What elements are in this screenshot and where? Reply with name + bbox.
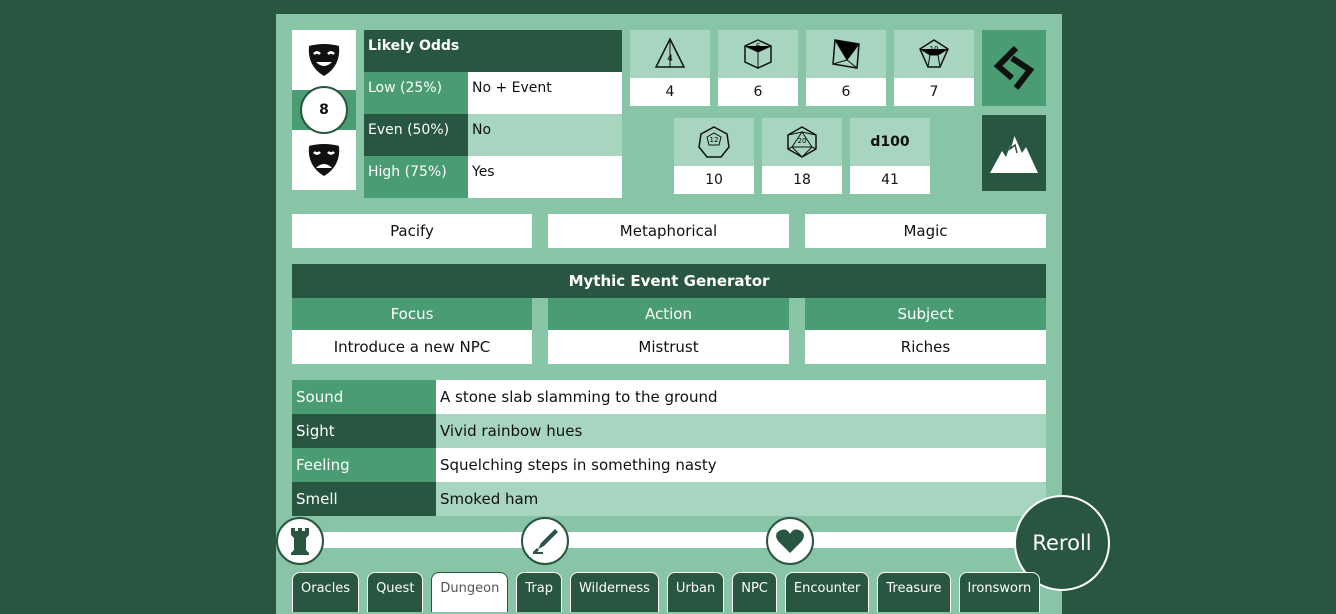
sense-value-feeling[interactable]: Squelching steps in something nasty [436,448,1046,482]
sense-row-sight: Sight Vivid rainbow hues [292,414,1046,448]
die-d8[interactable]: 8 6 [806,30,886,106]
d4-icon: 4 [630,30,710,78]
tower-icon [291,528,309,555]
tab-encounter[interactable]: Encounter [784,572,870,612]
sense-label-smell: Smell [292,482,436,516]
chaos-factor: 8 [292,30,356,190]
odds-table: Likely Odds Low (25%) No + Event Even (5… [364,30,622,198]
main-panel: 8 Likely Odds Low (25%) No + Event Even … [276,14,1110,614]
event-header-action: Action [548,298,789,330]
ironsworn-rune-icon [993,45,1035,90]
tab-quest[interactable]: Quest [367,572,424,612]
die-d6-value: 6 [718,78,798,106]
tragedy-mask-icon [292,130,356,190]
svg-text:10: 10 [930,45,939,53]
sense-label-sight: Sight [292,414,436,448]
word-2[interactable]: Metaphorical [548,214,789,248]
event-header-focus: Focus [292,298,532,330]
tab-treasure[interactable]: Treasure [877,572,951,612]
d6-icon: 6 [718,30,798,78]
sense-value-sound[interactable]: A stone slab slamming to the ground [436,380,1046,414]
svg-text:6: 6 [755,42,760,51]
d12-icon: 12 [674,118,754,166]
sense-label-feeling: Feeling [292,448,436,482]
event-header-subject: Subject [805,298,1046,330]
event-value-subject[interactable]: Riches [805,330,1046,364]
die-d8-value: 6 [806,78,886,106]
d100-label-box: d100 [850,118,930,166]
d10-icon: 10 [894,30,974,78]
odds-label-high[interactable]: High (75%) [364,156,468,198]
odds-label-low[interactable]: Low (25%) [364,72,468,114]
die-d20-value: 18 [762,166,842,194]
die-d10[interactable]: 10 7 [894,30,974,106]
d20-icon: 20 [762,118,842,166]
event-column-subject: Subject Riches [805,298,1046,364]
d8-icon: 8 [806,30,886,78]
tab-oracles[interactable]: Oracles [292,572,360,612]
tab-wilderness[interactable]: Wilderness [569,572,659,612]
ironsworn-rune-button[interactable] [982,30,1046,106]
tab-trap[interactable]: Trap [516,572,562,612]
die-d12-value: 10 [674,166,754,194]
die-d4-value: 4 [630,78,710,106]
odds-value-low: No + Event [468,72,622,114]
senses-table: Sound A stone slab slamming to the groun… [292,380,1046,516]
odds-label-even[interactable]: Even (50%) [364,114,468,156]
sense-value-smell[interactable]: Smoked ham [436,482,1046,516]
die-d10-value: 7 [894,78,974,106]
event-column-focus: Focus Introduce a new NPC [292,298,532,364]
d100-label: d100 [870,134,910,150]
event-column-action: Action Mistrust [548,298,789,364]
tab-ironsworn[interactable]: Ironsworn [958,572,1041,612]
mountain-button[interactable] [982,115,1046,191]
tower-knob[interactable] [276,517,324,565]
sense-row-sound: Sound A stone slab slamming to the groun… [292,380,1046,414]
odds-row-high: High (75%) Yes [364,156,622,198]
sense-label-sound: Sound [292,380,436,414]
word-3[interactable]: Magic [805,214,1046,248]
quill-icon [532,529,558,555]
die-d20[interactable]: 20 18 [762,118,842,194]
svg-text:20: 20 [798,137,807,145]
die-d12[interactable]: 12 10 [674,118,754,194]
tab-bar: Oracles Quest Dungeon Trap Wilderness Ur… [292,572,1041,612]
comedy-mask-icon [292,30,356,90]
chaos-factor-value[interactable]: 8 [300,86,348,134]
sense-row-feeling: Feeling Squelching steps in something na… [292,448,1046,482]
tab-urban[interactable]: Urban [666,572,725,612]
event-value-focus[interactable]: Introduce a new NPC [292,330,532,364]
sense-row-smell: Smell Smoked ham [292,482,1046,516]
event-value-action[interactable]: Mistrust [548,330,789,364]
die-d4[interactable]: 4 4 [630,30,710,106]
sense-value-sight[interactable]: Vivid rainbow hues [436,414,1046,448]
heart-icon [776,529,804,553]
die-d100-value: 41 [850,166,930,194]
word-1[interactable]: Pacify [292,214,532,248]
tab-npc[interactable]: NPC [732,572,777,612]
svg-text:8: 8 [843,45,848,54]
event-generator-title: Mythic Event Generator [292,264,1046,298]
tab-dungeon[interactable]: Dungeon [431,572,509,612]
mountain-icon [990,134,1038,173]
heart-knob[interactable] [766,517,814,565]
svg-text:12: 12 [710,136,719,144]
die-d6[interactable]: 6 6 [718,30,798,106]
quill-knob[interactable] [521,517,569,565]
mode-slider-track[interactable] [316,532,1026,548]
die-d100[interactable]: d100 41 [850,118,930,194]
odds-value-even: No [468,114,622,156]
odds-row-even: Even (50%) No [364,114,622,156]
svg-text:4: 4 [667,54,673,64]
odds-value-high: Yes [468,156,622,198]
odds-row-low: Low (25%) No + Event [364,72,622,114]
odds-title: Likely Odds [364,30,622,72]
